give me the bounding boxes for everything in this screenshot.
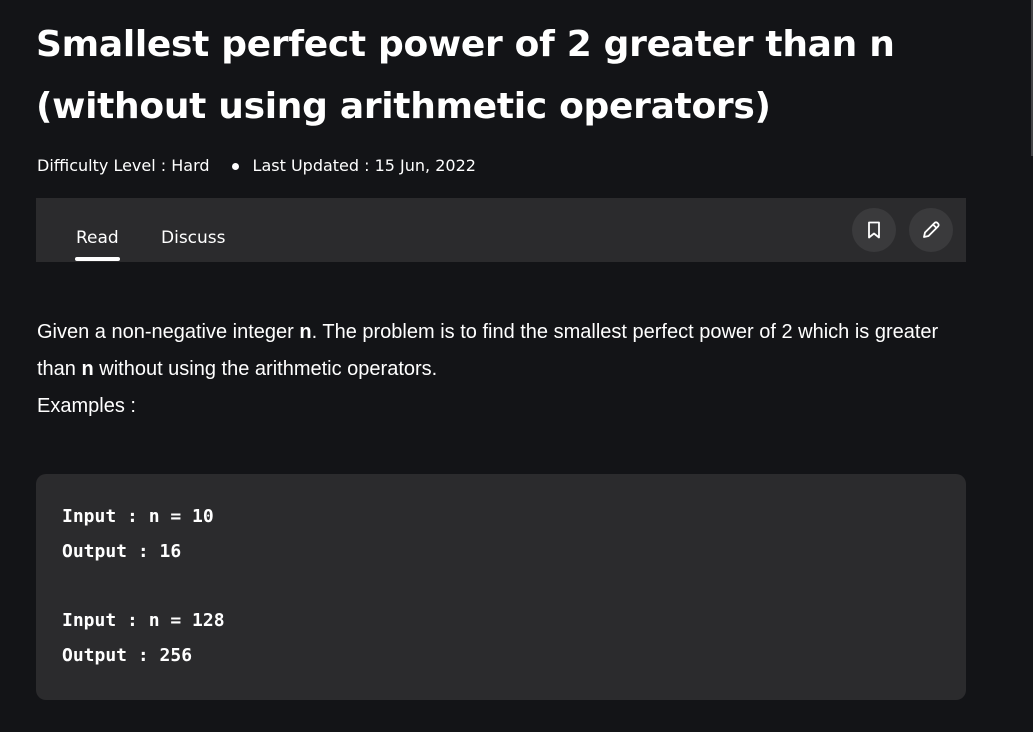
code-line: Output : 256 bbox=[62, 645, 193, 666]
tab-discuss-label: Discuss bbox=[161, 228, 226, 248]
tab-discuss[interactable]: Discuss bbox=[161, 227, 226, 249]
code-line: Input : n = 10 bbox=[62, 506, 214, 527]
code-line: Output : 16 bbox=[62, 541, 182, 562]
paragraph-text-end: without using the arithmetic operators. bbox=[93, 358, 438, 380]
tab-read-label: Read bbox=[76, 228, 119, 248]
separator-dot-icon bbox=[231, 162, 239, 170]
tab-read[interactable]: Read bbox=[75, 227, 120, 261]
article-page: Smallest perfect power of 2 greater than… bbox=[0, 0, 1033, 732]
bookmark-icon bbox=[865, 220, 883, 240]
last-updated: Last Updated : 15 Jun, 2022 bbox=[252, 156, 476, 175]
code-line: Input : n = 128 bbox=[62, 610, 225, 631]
article-meta: Difficulty Level : Hard Last Updated : 1… bbox=[37, 155, 476, 177]
pencil-icon bbox=[920, 219, 942, 241]
code-example-block: Input : n = 10 Output : 16 Input : n = 1… bbox=[36, 474, 966, 700]
bookmark-button[interactable] bbox=[852, 208, 896, 252]
page-title: Smallest perfect power of 2 greater than… bbox=[36, 24, 895, 127]
edit-button[interactable] bbox=[909, 208, 953, 252]
examples-label: Examples : bbox=[37, 395, 136, 417]
active-tab-indicator bbox=[75, 257, 120, 261]
variable-n: n bbox=[81, 358, 94, 380]
difficulty-level: Difficulty Level : Hard bbox=[37, 156, 210, 175]
article-tab-bar: Read Discuss bbox=[36, 198, 966, 262]
variable-n: n bbox=[299, 321, 312, 343]
paragraph-text-start: Given a non-negative integer bbox=[37, 321, 300, 343]
article-paragraph: Given a non-negative integer n. The prob… bbox=[37, 314, 967, 425]
